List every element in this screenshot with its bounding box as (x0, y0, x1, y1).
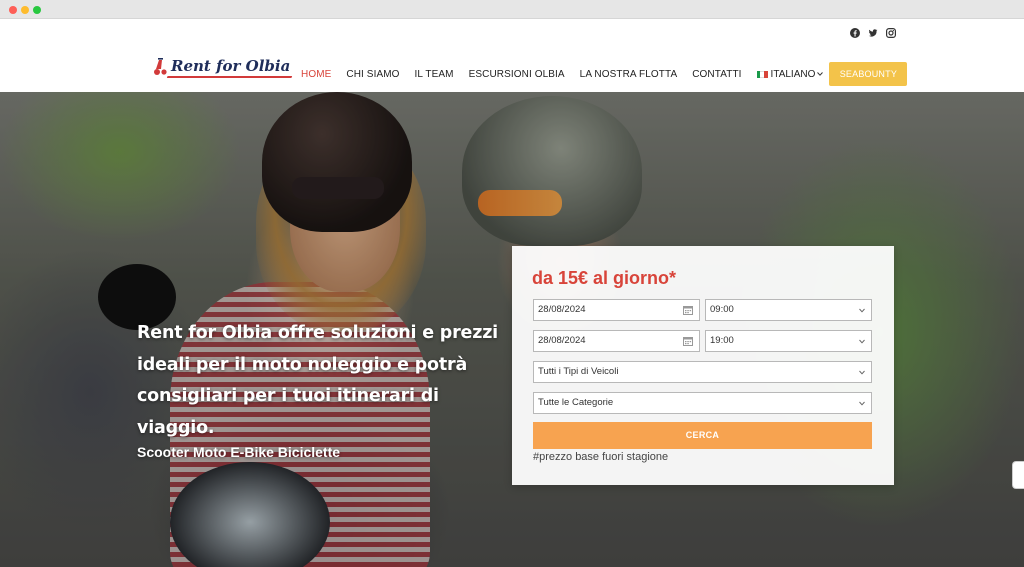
calendar-icon (683, 337, 693, 346)
hero-title: Rent for Olbia offre soluzioni e prezzi … (137, 323, 498, 438)
italy-flag-icon (756, 70, 768, 78)
search-button[interactable]: CERCA (533, 422, 872, 449)
chevron-down-icon (859, 339, 865, 344)
social-links (850, 28, 896, 38)
seabounty-button[interactable]: SEABOUNTY (829, 62, 908, 86)
chevron-down-icon (859, 370, 865, 375)
calendar-icon (683, 306, 693, 315)
price-title: da 15€ al giorno* (532, 268, 677, 288)
hero-subtitle: Scooter Moto E-Bike Biciclette (137, 444, 341, 460)
category-value: Tutte le Categorie (538, 397, 614, 408)
pickup-time-value: 09:00 (710, 304, 734, 315)
price-note: #prezzo base fuori stagione (533, 451, 669, 463)
nav-home[interactable]: HOME (301, 69, 331, 80)
language-selector[interactable]: ITALIANO (756, 68, 824, 80)
pickup-time-select[interactable]: 09:00 (705, 299, 872, 321)
hero-text: Rent for Olbia offre soluzioni e prezzi … (137, 318, 517, 460)
return-time-select[interactable]: 19:00 (705, 330, 872, 352)
facebook-icon[interactable] (850, 28, 860, 38)
browser-chrome (0, 0, 1024, 19)
booking-form: da 15€ al giorno* 28/08/2024 09:00 28/08… (512, 246, 894, 485)
side-widget-tab[interactable] (1012, 461, 1024, 489)
site-header: Rent for Olbia HOME CHI SIAMO IL TEAM ES… (0, 19, 1024, 92)
twitter-icon[interactable] (868, 28, 878, 38)
site-logo[interactable]: Rent for Olbia (153, 56, 290, 76)
return-time-value: 19:00 (710, 335, 734, 346)
return-date-value: 28/08/2024 (538, 335, 586, 346)
category-select[interactable]: Tutte le Categorie (533, 392, 872, 414)
nav-il-team[interactable]: IL TEAM (415, 69, 454, 80)
return-date-input[interactable]: 28/08/2024 (533, 330, 700, 352)
chevron-down-icon (859, 401, 865, 406)
chevron-down-icon (859, 308, 865, 313)
scooter-logo-icon (154, 58, 167, 75)
language-label: ITALIANO (770, 68, 816, 80)
nav-escursioni-olbia[interactable]: ESCURSIONI OLBIA (469, 69, 565, 80)
window-maximize-dot[interactable] (33, 6, 41, 14)
logo-text: Rent for Olbia (171, 57, 291, 75)
pickup-date-input[interactable]: 28/08/2024 (533, 299, 700, 321)
vehicle-type-value: Tutti i Tipi di Veicoli (538, 366, 619, 377)
window-minimize-dot[interactable] (21, 6, 29, 14)
nav-contatti[interactable]: CONTATTI (692, 69, 741, 80)
nav-la-nostra-flotta[interactable]: LA NOSTRA FLOTTA (580, 69, 678, 80)
main-nav: HOME CHI SIAMO IL TEAM ESCURSIONI OLBIA … (301, 62, 908, 86)
pickup-date-value: 28/08/2024 (538, 304, 586, 315)
window-close-dot[interactable] (9, 6, 17, 14)
nav-chi-siamo[interactable]: CHI SIAMO (346, 69, 399, 80)
chevron-down-icon (817, 72, 824, 76)
vehicle-type-select[interactable]: Tutti i Tipi di Veicoli (533, 361, 872, 383)
instagram-icon[interactable] (886, 28, 896, 38)
